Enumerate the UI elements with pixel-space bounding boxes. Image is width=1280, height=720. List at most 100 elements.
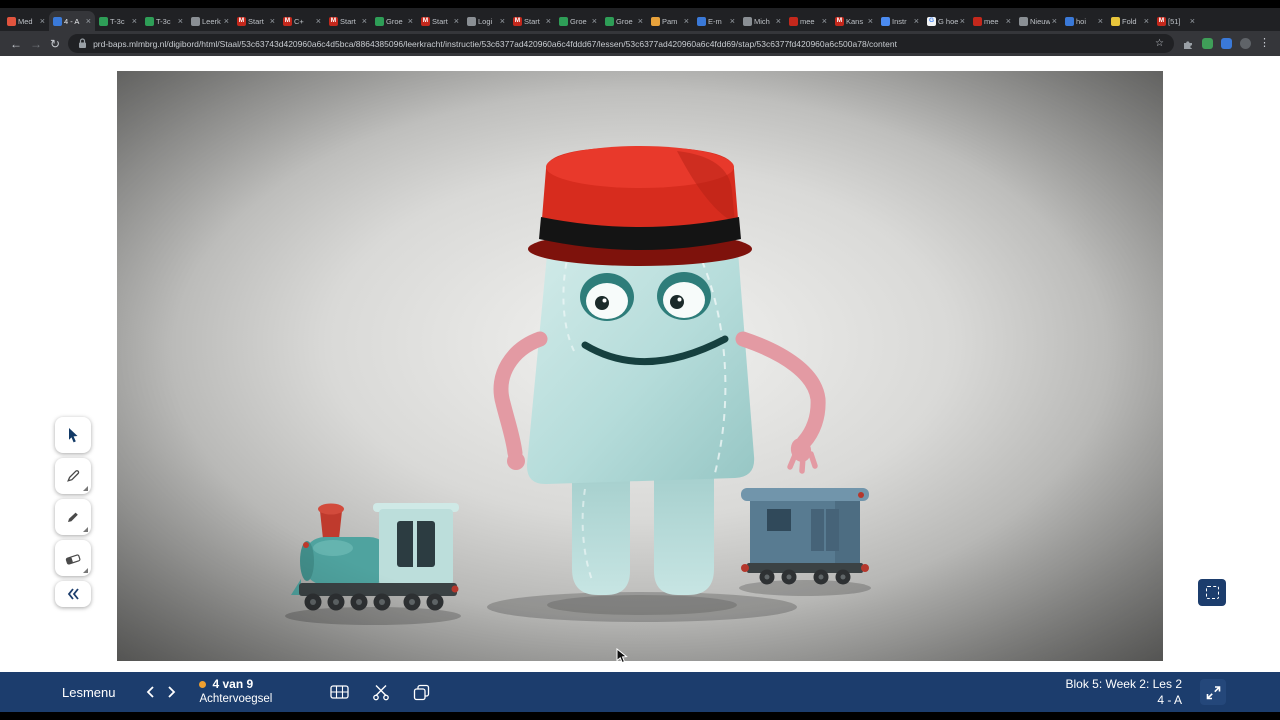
- browser-tab[interactable]: Groe ×: [555, 11, 601, 31]
- prev-step-button[interactable]: [139, 681, 161, 703]
- tab-favicon: [697, 16, 706, 26]
- tab-close-icon[interactable]: ×: [178, 16, 183, 26]
- browser-tab[interactable]: M Start ×: [233, 11, 279, 31]
- browser-tab[interactable]: Instr ×: [877, 11, 923, 31]
- browser-tab[interactable]: Groe ×: [601, 11, 647, 31]
- tab-close-icon[interactable]: ×: [592, 16, 597, 26]
- lesson-bottom-bar: Lesmenu 4 van 9 Achtervoegsel Blok 5: We…: [0, 672, 1280, 712]
- fullscreen-button[interactable]: [1200, 679, 1226, 705]
- double-chevron-left-icon: [67, 588, 79, 600]
- tab-label: Instr: [892, 16, 907, 26]
- tab-close-icon[interactable]: ×: [1144, 16, 1149, 26]
- tab-favicon: [7, 16, 16, 26]
- tab-favicon: M: [513, 16, 522, 26]
- browser-tab[interactable]: G G hoe ×: [923, 11, 969, 31]
- browser-tab[interactable]: Mich ×: [739, 11, 785, 31]
- tab-close-icon[interactable]: ×: [546, 16, 551, 26]
- lesson-stage[interactable]: [117, 71, 1163, 661]
- toolbar-right-icons: ⋮: [1182, 38, 1270, 50]
- step-title: Achtervoegsel: [199, 693, 273, 706]
- tab-label: Mich: [754, 16, 770, 26]
- tab-favicon: M: [1157, 16, 1166, 26]
- tab-close-icon[interactable]: ×: [960, 16, 965, 26]
- url-bar[interactable]: prd-baps.mlmbrg.nl/digibord/html/Staal/5…: [68, 34, 1174, 53]
- expand-arrows-icon: [1206, 685, 1220, 699]
- tab-close-icon[interactable]: ×: [224, 16, 229, 26]
- lesmenu-button[interactable]: Lesmenu: [62, 685, 115, 700]
- profile-avatar[interactable]: [1240, 38, 1251, 49]
- tab-close-icon[interactable]: ×: [638, 16, 643, 26]
- extensions-puzzle-icon[interactable]: [1182, 38, 1194, 50]
- tab-close-icon[interactable]: ×: [730, 16, 735, 26]
- progress-dot: [199, 681, 207, 689]
- tab-close-icon[interactable]: ×: [1098, 16, 1103, 26]
- tab-close-icon[interactable]: ×: [1190, 16, 1195, 26]
- browser-tab[interactable]: Logi ×: [463, 11, 509, 31]
- browser-tab[interactable]: M [51] ×: [1153, 11, 1199, 31]
- reload-icon[interactable]: ↻: [50, 38, 60, 50]
- browser-tab[interactable]: mee ×: [969, 11, 1015, 31]
- tab-close-icon[interactable]: ×: [408, 16, 413, 26]
- tab-close-icon[interactable]: ×: [132, 16, 137, 26]
- tab-close-icon[interactable]: ×: [868, 16, 873, 26]
- chevron-right-icon: [168, 686, 176, 698]
- submenu-corner: [83, 486, 88, 491]
- browser-tab[interactable]: M C+ ×: [279, 11, 325, 31]
- browser-tab[interactable]: E-m ×: [693, 11, 739, 31]
- browser-tab[interactable]: M Start ×: [417, 11, 463, 31]
- extension-icon-green[interactable]: [1202, 38, 1213, 49]
- tab-close-icon[interactable]: ×: [1006, 16, 1011, 26]
- tab-close-icon[interactable]: ×: [86, 16, 91, 26]
- tab-close-icon[interactable]: ×: [500, 16, 505, 26]
- browser-tab[interactable]: M Kans ×: [831, 11, 877, 31]
- browser-tab[interactable]: Med ×: [3, 11, 49, 31]
- marker-tool-button[interactable]: [55, 499, 91, 535]
- lesson-label: Blok 5: Week 2: Les 2: [1065, 676, 1182, 691]
- forward-icon[interactable]: →: [30, 38, 42, 50]
- tab-label: T-3c: [110, 16, 125, 26]
- tab-close-icon[interactable]: ×: [684, 16, 689, 26]
- browser-tab[interactable]: Nieuw ×: [1015, 11, 1061, 31]
- pencil-tool-button[interactable]: [55, 458, 91, 494]
- collapse-toolbar-button[interactable]: [55, 581, 91, 607]
- tab-label: Start: [524, 16, 540, 26]
- browser-tab[interactable]: 4 - A ×: [49, 11, 95, 31]
- browser-tab[interactable]: Pam ×: [647, 11, 693, 31]
- tab-close-icon[interactable]: ×: [270, 16, 275, 26]
- tab-close-icon[interactable]: ×: [1052, 16, 1057, 26]
- tab-close-icon[interactable]: ×: [40, 16, 45, 26]
- browser-tab[interactable]: mee ×: [785, 11, 831, 31]
- tab-label: Logi: [478, 16, 493, 26]
- browser-tab[interactable]: hoi ×: [1061, 11, 1107, 31]
- bookmark-star-icon[interactable]: ☆: [1155, 38, 1164, 49]
- extension-icon-blue[interactable]: [1221, 38, 1232, 49]
- tab-favicon-letter: M: [514, 16, 521, 24]
- copy-tool-button[interactable]: [413, 684, 430, 701]
- whiteboard-tool-button[interactable]: [330, 684, 350, 700]
- tab-close-icon[interactable]: ×: [822, 16, 827, 26]
- browser-tab[interactable]: Groe ×: [371, 11, 417, 31]
- browser-menu-icon[interactable]: ⋮: [1259, 38, 1270, 49]
- tab-close-icon[interactable]: ×: [362, 16, 367, 26]
- selection-frame-button[interactable]: [1198, 579, 1226, 606]
- browser-tab[interactable]: T-3c ×: [141, 11, 187, 31]
- browser-tab[interactable]: T-3c ×: [95, 11, 141, 31]
- scissors-tool-button[interactable]: [372, 684, 390, 701]
- tab-favicon-letter: M: [1158, 16, 1165, 24]
- browser-tab[interactable]: Fold ×: [1107, 11, 1153, 31]
- tab-favicon: [973, 16, 982, 26]
- cursor-tool-button[interactable]: [55, 417, 91, 453]
- tab-favicon: [1111, 16, 1120, 26]
- back-icon[interactable]: ←: [10, 38, 22, 50]
- browser-tab[interactable]: Leerk ×: [187, 11, 233, 31]
- browser-tab[interactable]: M Start ×: [509, 11, 555, 31]
- tab-close-icon[interactable]: ×: [776, 16, 781, 26]
- next-step-button[interactable]: [161, 681, 183, 703]
- browser-tab[interactable]: M Start ×: [325, 11, 371, 31]
- tab-close-icon[interactable]: ×: [454, 16, 459, 26]
- dashed-frame-icon: [1205, 586, 1219, 599]
- tab-close-icon[interactable]: ×: [914, 16, 919, 26]
- tab-close-icon[interactable]: ×: [316, 16, 321, 26]
- eraser-tool-button[interactable]: [55, 540, 91, 576]
- tab-favicon: [53, 16, 62, 26]
